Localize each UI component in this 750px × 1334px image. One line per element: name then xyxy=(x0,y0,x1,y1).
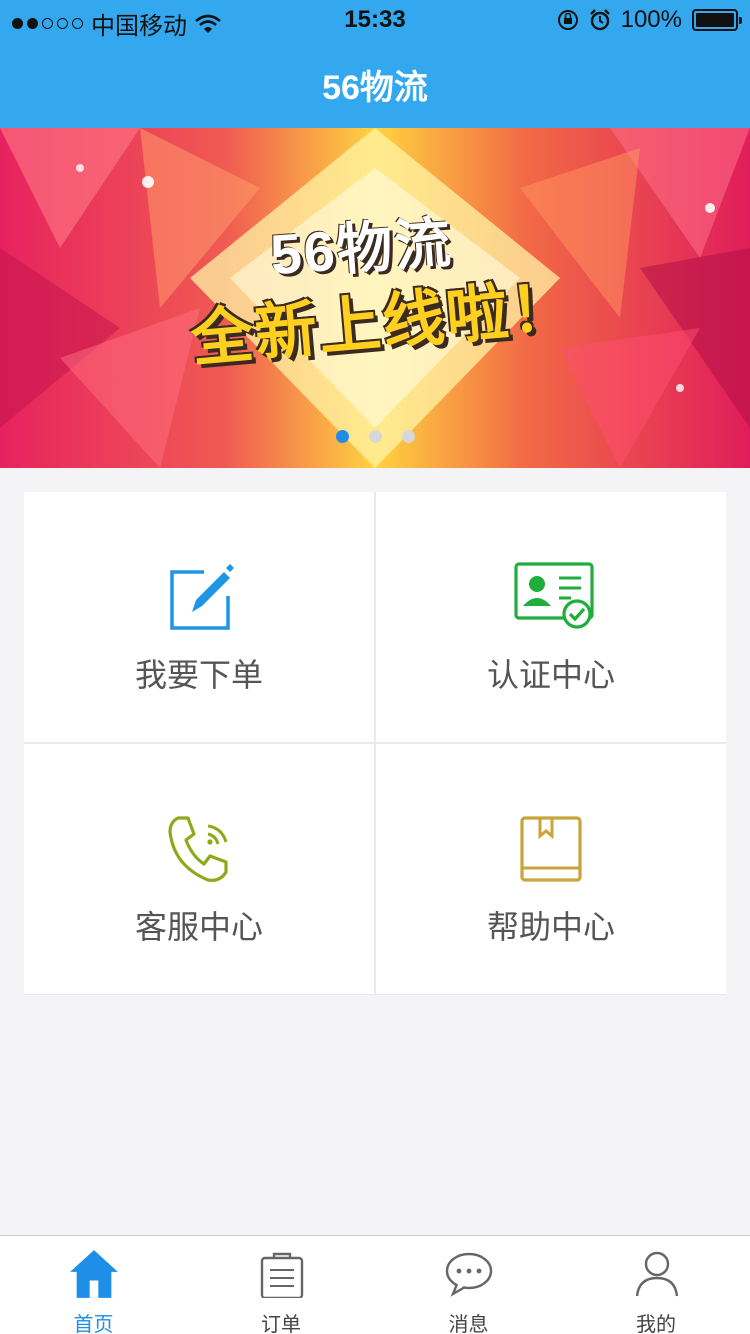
menu-grid: 我要下单 认证中心 客服中心 帮助中心 xyxy=(24,492,726,995)
tab-label: 我的 xyxy=(636,1314,676,1334)
menu-item-label: 客服中心 xyxy=(134,909,263,945)
tab-home[interactable]: 首页 xyxy=(0,1236,188,1334)
tab-orders[interactable]: 订单 xyxy=(188,1236,376,1334)
tab-label: 首页 xyxy=(73,1314,114,1334)
menu-item-customer-service[interactable]: 客服中心 xyxy=(24,744,374,994)
home-icon xyxy=(70,1250,118,1298)
book-icon xyxy=(520,816,582,882)
header: 中国移动 15:33 100% 56物流 xyxy=(0,0,750,128)
tab-label: 消息 xyxy=(448,1314,489,1334)
tab-label: 订单 xyxy=(261,1314,301,1334)
pager-dot[interactable] xyxy=(336,430,349,443)
menu-item-verification[interactable]: 认证中心 xyxy=(376,492,726,742)
status-bar: 中国移动 15:33 100% xyxy=(0,0,750,40)
pager-dot[interactable] xyxy=(369,430,382,443)
tab-profile[interactable]: 我的 xyxy=(563,1236,750,1334)
promo-banner[interactable]: 56物流 全新上线啦！ xyxy=(0,128,750,468)
banner-pager[interactable] xyxy=(336,430,415,443)
alarm-icon xyxy=(589,9,610,31)
id-card-icon xyxy=(514,562,594,629)
battery-percent: 100% xyxy=(620,6,682,33)
menu-item-label: 认证中心 xyxy=(486,657,615,693)
edit-icon xyxy=(170,564,234,630)
menu-item-place-order[interactable]: 我要下单 xyxy=(24,492,374,742)
chat-icon xyxy=(445,1252,493,1297)
pager-dot[interactable] xyxy=(402,430,415,443)
menu-item-label: 我要下单 xyxy=(134,657,263,693)
tab-bar: 首页 订单 消息 我的 xyxy=(0,1235,750,1334)
tab-messages[interactable]: 消息 xyxy=(375,1236,563,1334)
phone-icon xyxy=(168,816,228,882)
rotation-lock-icon xyxy=(557,10,578,30)
menu-item-label: 帮助中心 xyxy=(486,909,615,945)
clipboard-icon xyxy=(260,1252,303,1298)
page-title: 56物流 xyxy=(322,69,428,107)
menu-item-help-center[interactable]: 帮助中心 xyxy=(376,744,726,994)
user-icon xyxy=(635,1251,678,1297)
battery-icon xyxy=(692,9,742,31)
